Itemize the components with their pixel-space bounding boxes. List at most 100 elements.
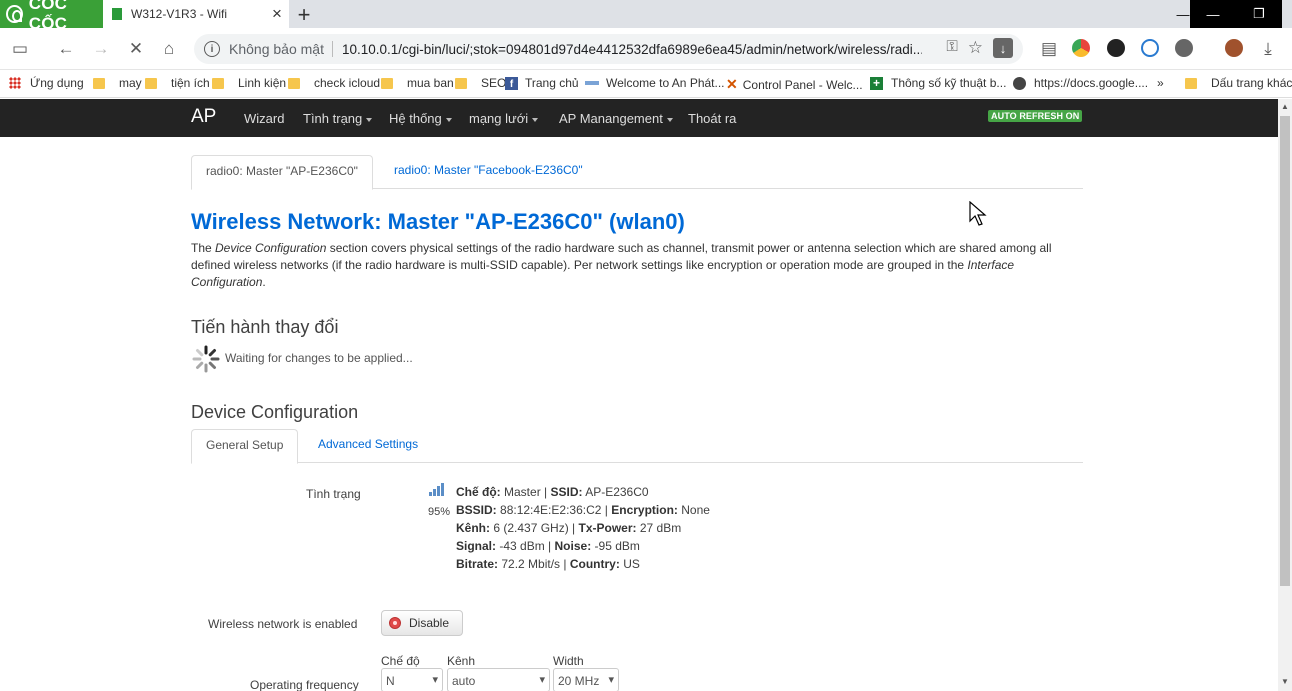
bookmark-control-panel[interactable]: ✕ Control Panel - Welc... (726, 76, 863, 93)
bookmark-check-icloud[interactable]: check icloud (288, 76, 380, 90)
bookmark-linh-kien[interactable]: Linh kiện (212, 76, 286, 90)
folder-icon (212, 77, 224, 89)
bookmark-seo[interactable]: SEO (455, 76, 506, 90)
mode-select[interactable]: N (381, 668, 443, 691)
status-details: Chế độ: Master | SSID: AP-E236C0 BSSID: … (456, 483, 710, 573)
mouse-cursor-icon (969, 201, 987, 226)
folder-icon (145, 77, 157, 89)
nav-network[interactable]: mạng lưới (469, 111, 539, 126)
browser-brand[interactable]: CỐC CỐC (0, 0, 103, 33)
nav-ap-management[interactable]: AP Manangement (559, 111, 673, 126)
scroll-down-icon[interactable]: ▼ (1281, 677, 1289, 686)
status-line-channel: Kênh: 6 (2.437 GHz) | Tx-Power: 27 dBm (456, 521, 682, 535)
apps-icon (9, 77, 21, 89)
extension-gallery-icon[interactable]: ▤ (1037, 37, 1061, 61)
loading-spinner-icon (192, 345, 220, 373)
key-icon[interactable]: ⚿ (946, 38, 957, 58)
status-line-bssid: BSSID: 88:12:4E:E2:36:C2 | Encryption: N… (456, 503, 710, 517)
tab-favicon-icon (112, 8, 122, 20)
bookmark-apps[interactable]: Ứng dụng (9, 76, 84, 90)
browser-tab[interactable]: W312-V1R3 - Wifi × (103, 0, 289, 28)
coccoc-logo-icon (6, 5, 23, 23)
bookmarks-bar: Ứng dụng may tiện ích Linh kiện check ic… (0, 70, 1292, 98)
nav-wizard[interactable]: Wizard (244, 111, 284, 126)
shield-extension-icon[interactable] (1141, 39, 1159, 57)
tab-radio-facebook[interactable]: radio0: Master "Facebook-E236C0" (394, 155, 583, 186)
site-icon (585, 81, 599, 85)
folder-icon (288, 77, 300, 89)
address-bar[interactable]: i Không bảo mật 10.10.0.1/cgi-bin/luci/;… (194, 34, 1023, 64)
tab-general-setup[interactable]: General Setup (191, 429, 299, 464)
page-scrollbar[interactable]: ▲ ▼ (1278, 99, 1292, 691)
joomla-icon: ✕ (726, 76, 738, 92)
caret-down-icon (666, 117, 673, 122)
bookmark-trang-chu[interactable]: f Trang chủ (505, 76, 579, 90)
separator (331, 41, 333, 57)
stop-loading-icon[interactable]: ✕ (124, 37, 148, 61)
main-content: radio0: Master "AP-E236C0" radio0: Maste… (0, 137, 1278, 691)
sidebar-icon[interactable]: ▭ (8, 37, 32, 61)
tab-radio-ap[interactable]: radio0: Master "AP-E236C0" (191, 155, 373, 190)
mode-label: Chế độ (381, 654, 420, 668)
restore-icon[interactable]: ❐ (1236, 0, 1282, 28)
status-line-signal: Signal: -43 dBm | Noise: -95 dBm (456, 539, 640, 553)
chrome-extension-icon[interactable] (1072, 39, 1090, 57)
nav-logout[interactable]: Thoát ra (688, 111, 736, 126)
scroll-up-icon[interactable]: ▲ (1281, 102, 1289, 111)
bookmark-may[interactable]: may (93, 76, 142, 90)
avatar[interactable] (1225, 39, 1243, 57)
nav-system[interactable]: Hệ thống (389, 111, 452, 126)
status-label: Tình trạng (306, 487, 361, 501)
folder-icon (381, 77, 393, 89)
signal-strength-icon (429, 483, 444, 496)
browser-toolbar: ▭ ← → ✕ ⌂ i Không bảo mật 10.10.0.1/cgi-… (0, 28, 1292, 70)
bookmark-star-icon[interactable]: ☆ (968, 38, 983, 58)
auto-refresh-badge[interactable]: AUTO REFRESH ON (988, 110, 1083, 122)
radio-tabs: radio0: Master "AP-E236C0" radio0: Maste… (191, 155, 1083, 190)
changes-heading: Tiến hành thay đổi (191, 317, 339, 337)
status-line-mode: Chế độ: Master | SSID: AP-E236C0 (456, 485, 649, 499)
wireless-enabled-label: Wireless network is enabled (208, 617, 358, 631)
tab-title: W312-V1R3 - Wifi (131, 7, 228, 21)
bookmark-thong-so[interactable]: + Thông số kỹ thuật b... (870, 76, 1006, 90)
scrollbar-thumb[interactable] (1280, 116, 1290, 586)
width-select[interactable]: 20 MHz (553, 668, 619, 691)
info-icon[interactable]: i (204, 41, 220, 57)
top-navbar: AP Wizard Tình trạng Hệ thống mạng lưới … (0, 99, 1278, 137)
bookmark-other[interactable]: Dấu trang khác (1185, 76, 1292, 90)
width-label: Width (553, 654, 584, 668)
disable-button[interactable]: Disable (381, 610, 463, 636)
nav-brand[interactable]: AP (191, 106, 216, 128)
tab-close-icon[interactable]: × (267, 4, 287, 24)
url-text[interactable]: 10.10.0.1/cgi-bin/luci/;stok=094801d97d4… (342, 42, 922, 57)
channel-select[interactable]: auto (447, 668, 550, 691)
bookmark-google-docs[interactable]: https://docs.google.... (1013, 76, 1148, 90)
caret-down-icon (445, 117, 452, 122)
folder-icon (1185, 77, 1197, 89)
device-config-heading: Device Configuration (191, 402, 359, 422)
operating-frequency-label: Operating frequency (250, 678, 359, 691)
bookmark-mua-ban[interactable]: mua ban (381, 76, 454, 90)
page-title: Wireless Network: Master "AP-E236C0" (wl… (191, 209, 685, 234)
tab-advanced-settings[interactable]: Advanced Settings (318, 429, 418, 460)
globe-icon (1013, 76, 1026, 90)
blocker-extension-icon[interactable] (1107, 39, 1125, 57)
settings-extension-icon[interactable] (1175, 39, 1193, 57)
download-page-icon[interactable]: ↓ (993, 38, 1013, 58)
nav-status[interactable]: Tình trạng (303, 111, 373, 126)
bookmark-tien-ich[interactable]: tiện ích (145, 76, 210, 90)
channel-label: Kênh (447, 654, 476, 668)
home-icon[interactable]: ⌂ (157, 37, 181, 61)
status-line-bitrate: Bitrate: 72.2 Mbit/s | Country: US (456, 557, 640, 571)
bookmark-an-phat[interactable]: Welcome to An Phát... (585, 76, 725, 90)
waiting-message: Waiting for changes to be applied... (225, 351, 413, 365)
folder-icon (455, 77, 467, 89)
new-tab-icon[interactable]: + (292, 2, 316, 28)
downloads-icon[interactable]: ⤓ (1256, 37, 1280, 61)
facebook-icon: f (505, 76, 518, 90)
bookmarks-more[interactable]: » (1157, 76, 1164, 90)
forward-icon[interactable]: → (89, 37, 113, 61)
page-description: The Device Configuration section covers … (191, 241, 1052, 289)
back-icon[interactable]: ← (54, 37, 78, 61)
window-minimize-button[interactable]: — (1190, 0, 1236, 28)
